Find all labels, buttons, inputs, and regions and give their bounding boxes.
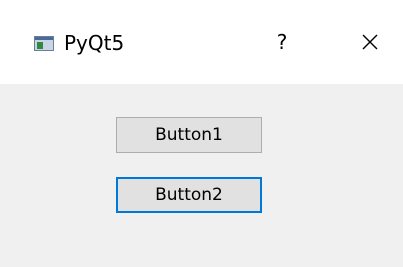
window-icon-pane [37, 42, 43, 49]
button2[interactable]: Button2 [116, 177, 262, 213]
window-icon [34, 36, 54, 51]
button1[interactable]: Button1 [116, 117, 262, 153]
help-button[interactable]: ? [262, 22, 302, 62]
pyqt5-window: PyQt5 ? Button1 Button2 [0, 0, 403, 267]
close-icon [362, 34, 378, 50]
window-icon-bar [35, 37, 53, 40]
title-bar[interactable]: PyQt5 ? [0, 0, 403, 84]
close-button[interactable] [350, 22, 390, 62]
window-client-area: Button1 Button2 [0, 84, 403, 267]
window-title: PyQt5 [64, 31, 125, 55]
